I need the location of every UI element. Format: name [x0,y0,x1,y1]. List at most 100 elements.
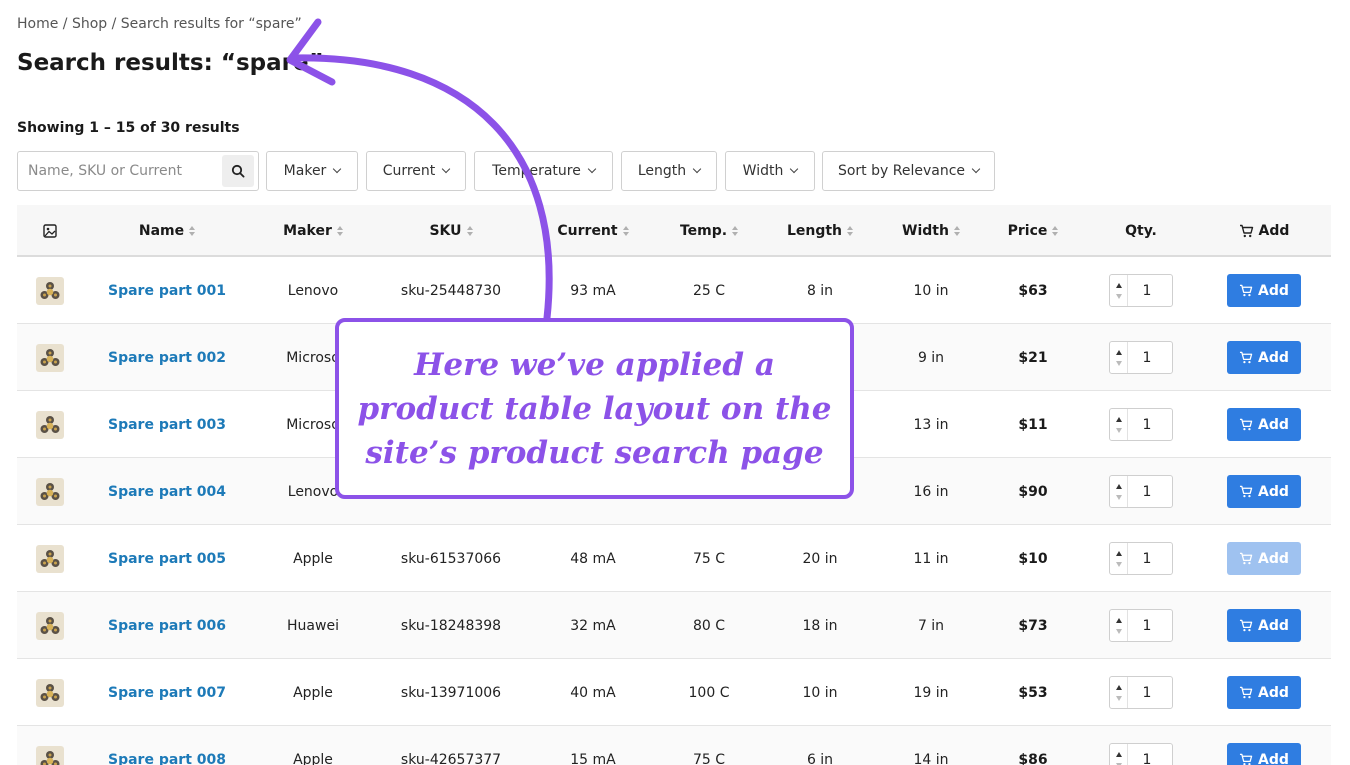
add-to-cart-button[interactable]: Add [1227,743,1301,765]
maker-header-label: Maker [283,223,332,239]
quantity-stepper[interactable]: 1 [1109,475,1173,508]
search-field[interactable] [17,151,259,191]
product-thumbnail[interactable] [17,458,83,525]
stepper-arrows[interactable] [1110,543,1128,574]
decrement-icon[interactable] [1115,427,1122,433]
product-name-link[interactable]: Spare part 003 [83,391,251,458]
width-cell: 19 in [913,684,949,701]
breadcrumb[interactable]: Home / Shop / Search results for “spare” [17,16,302,32]
name-column-header[interactable]: Name [83,205,251,257]
quantity-value[interactable]: 1 [1128,551,1172,567]
decrement-icon[interactable] [1115,360,1122,366]
quantity-stepper[interactable]: 1 [1109,341,1173,374]
chevron-down-icon [790,164,799,174]
width-column-header[interactable]: Width [881,205,981,257]
sku-column-header[interactable]: SKU [375,205,527,257]
price-column-header[interactable]: Price [981,205,1085,257]
quantity-stepper[interactable]: 1 [1109,609,1173,642]
price-cell: $53 [1018,684,1048,701]
increment-icon[interactable] [1115,684,1122,690]
quantity-value[interactable]: 1 [1128,283,1172,299]
product-name-link[interactable]: Spare part 002 [83,324,251,391]
stepper-arrows[interactable] [1110,409,1128,440]
length-filter-label: Length [637,163,687,179]
decrement-icon[interactable] [1115,494,1122,500]
name-header-label: Name [138,223,185,239]
maker-column-header[interactable]: Maker [251,205,375,257]
quantity-value[interactable]: 1 [1128,417,1172,433]
quantity-stepper[interactable]: 1 [1109,408,1173,441]
quantity-stepper[interactable]: 1 [1109,676,1173,709]
temp-column-header[interactable]: Temp. [659,205,759,257]
product-name-link[interactable]: Spare part 001 [83,257,251,324]
maker-cell: Apple [293,550,333,567]
add-to-cart-button[interactable]: Add [1227,475,1301,508]
stepper-arrows[interactable] [1110,744,1128,765]
product-name-link[interactable]: Spare part 006 [83,592,251,659]
product-name-link[interactable]: Spare part 007 [83,659,251,726]
sort-icon [622,226,629,236]
add-to-cart-button[interactable]: Add [1227,542,1301,575]
add-to-cart-button[interactable]: Add [1227,408,1301,441]
sort-select-label: Sort by Relevance [837,163,966,179]
decrement-icon[interactable] [1115,628,1122,634]
add-to-cart-button[interactable]: Add [1227,676,1301,709]
table-row: Spare part 005 Apple sku-61537066 48 mA … [17,525,1331,592]
search-input[interactable] [18,152,222,190]
increment-icon[interactable] [1115,349,1122,355]
decrement-icon[interactable] [1115,561,1122,567]
current-filter[interactable]: Current [366,151,466,191]
product-name-link[interactable]: Spare part 008 [83,726,251,765]
increment-icon[interactable] [1115,751,1122,757]
increment-icon[interactable] [1115,550,1122,556]
width-filter[interactable]: Width [725,151,815,191]
quantity-stepper[interactable]: 1 [1109,274,1173,307]
decrement-icon[interactable] [1115,293,1122,299]
quantity-value[interactable]: 1 [1128,484,1172,500]
add-cell: Add [1197,257,1331,324]
product-thumbnail[interactable] [17,257,83,324]
product-thumbnail[interactable] [17,726,83,765]
maker-filter[interactable]: Maker [266,151,358,191]
current-column-header[interactable]: Current [527,205,659,257]
price-cell: $63 [1018,282,1048,299]
temperature-filter[interactable]: Temperature [474,151,613,191]
product-thumbnail[interactable] [17,659,83,726]
add-to-cart-button[interactable]: Add [1227,341,1301,374]
quantity-value[interactable]: 1 [1128,685,1172,701]
decrement-icon[interactable] [1115,695,1122,701]
qty-cell: 1 [1085,659,1197,726]
stepper-arrows[interactable] [1110,275,1128,306]
search-button[interactable] [222,155,254,187]
increment-icon[interactable] [1115,416,1122,422]
quantity-stepper[interactable]: 1 [1109,542,1173,575]
current-cell: 93 mA [570,282,616,299]
product-thumbnail[interactable] [17,391,83,458]
product-name-link[interactable]: Spare part 005 [83,525,251,592]
product-thumbnail[interactable] [17,525,83,592]
sort-select[interactable]: Sort by Relevance [822,151,995,191]
stepper-arrows[interactable] [1110,342,1128,373]
quantity-value[interactable]: 1 [1128,350,1172,366]
increment-icon[interactable] [1115,483,1122,489]
image-icon [43,224,57,238]
quantity-value[interactable]: 1 [1128,752,1172,765]
result-count: Showing 1 – 15 of 30 results [17,120,240,136]
stepper-arrows[interactable] [1110,610,1128,641]
add-button-label: Add [1258,483,1289,500]
stepper-arrows[interactable] [1110,677,1128,708]
length-cell: 8 in [806,282,834,299]
add-button-label: Add [1258,751,1289,765]
length-filter[interactable]: Length [621,151,717,191]
quantity-value[interactable]: 1 [1128,618,1172,634]
add-to-cart-button[interactable]: Add [1227,609,1301,642]
quantity-stepper[interactable]: 1 [1109,743,1173,765]
length-column-header[interactable]: Length [759,205,881,257]
increment-icon[interactable] [1115,617,1122,623]
product-thumbnail[interactable] [17,592,83,659]
product-thumbnail[interactable] [17,324,83,391]
increment-icon[interactable] [1115,282,1122,288]
add-to-cart-button[interactable]: Add [1227,274,1301,307]
stepper-arrows[interactable] [1110,476,1128,507]
product-name-link[interactable]: Spare part 004 [83,458,251,525]
